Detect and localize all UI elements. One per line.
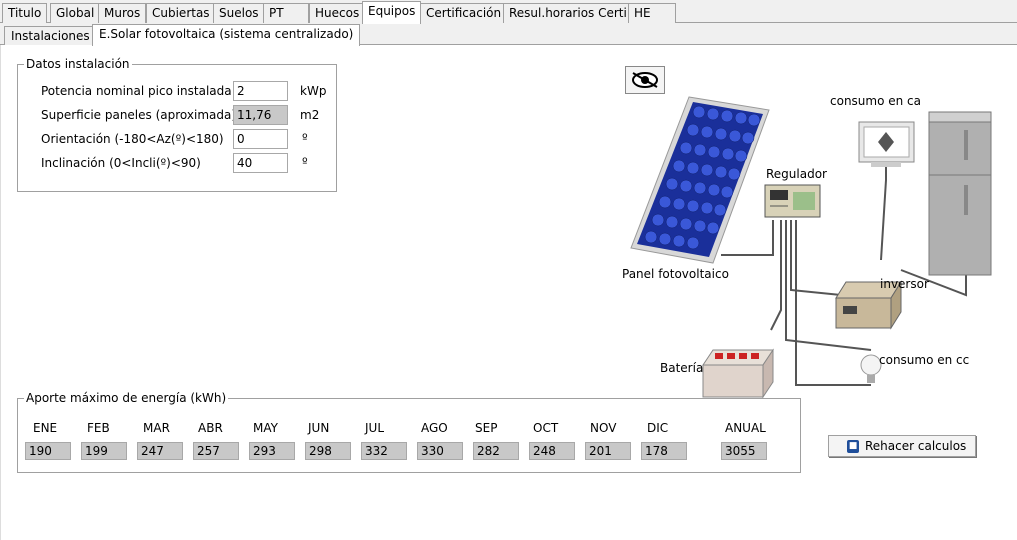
aporte-energia-legend: Aporte máximo de energía (kWh) <box>26 391 227 405</box>
orientacion-label: Orientación (-180<Az(º)<180) <box>41 132 224 146</box>
datos-instalacion-legend: Datos instalación <box>26 57 130 71</box>
potencia-input[interactable] <box>233 81 288 101</box>
pv-diagram-svg <box>630 96 992 399</box>
month-value-ago: 330 <box>417 442 463 460</box>
orientacion-unit: º <box>302 131 308 145</box>
month-value-may: 293 <box>249 442 295 460</box>
month-label-mar: MAR <box>143 421 170 435</box>
calculator-icon: ■ <box>847 439 859 453</box>
rehacer-calculos-button[interactable]: ■ Rehacer calculos <box>828 435 976 457</box>
month-label-nov: NOV <box>590 421 617 435</box>
pv-system-diagram <box>601 60 1011 400</box>
month-value-jul: 332 <box>361 442 407 460</box>
tab-certificacion[interactable]: Certificación <box>420 3 508 23</box>
month-value-nov: 201 <box>585 442 631 460</box>
tab-titulo[interactable]: Titulo <box>2 3 48 23</box>
datos-instalacion-group: Datos instalación <box>17 57 337 192</box>
tab-equipos[interactable]: Equipos <box>362 1 422 24</box>
superficie-unit: m2 <box>300 108 320 122</box>
orientacion-input[interactable] <box>233 129 288 149</box>
month-label-sep: SEP <box>475 421 498 435</box>
sub-tab-bar: Instalaciones E.Solar fotovoltaica (sist… <box>0 23 1017 46</box>
label-consumo-ca: consumo en ca <box>830 94 922 108</box>
aporte-energia-group: Aporte máximo de energía (kWh) <box>17 391 801 473</box>
month-value-feb: 199 <box>81 442 127 460</box>
inclinacion-label: Inclinación (0<Incli(º)<90) <box>41 156 201 170</box>
label-bateria: Batería <box>660 361 704 375</box>
rehacer-calculos-label: Rehacer calculos <box>865 439 967 453</box>
month-value-mar: 247 <box>137 442 183 460</box>
toggle-view-button[interactable] <box>625 66 665 94</box>
month-value-ene: 190 <box>25 442 71 460</box>
inclinacion-unit: º <box>302 155 308 169</box>
month-label-ene: ENE <box>33 421 58 435</box>
month-label-abr: ABR <box>198 421 223 435</box>
potencia-label: Potencia nominal pico instalada <box>41 84 232 98</box>
tab-content: Datos instalación Potencia nominal pico … <box>0 45 1017 540</box>
month-label-jun: JUN <box>308 421 330 435</box>
solar-panel-icon <box>630 96 770 264</box>
label-regulador: Regulador <box>766 167 827 181</box>
month-value-sep: 282 <box>473 442 519 460</box>
tab-resul-horarios[interactable]: Resul.horarios Certi <box>503 3 633 23</box>
tab-he[interactable]: HE <box>628 3 676 23</box>
tab-huecos[interactable]: Huecos <box>309 3 366 23</box>
main-tab-bar: Titulo Global Muros Cubiertas Suelos PT … <box>0 0 1017 24</box>
month-value-dic: 178 <box>641 442 687 460</box>
month-value-jun: 298 <box>305 442 351 460</box>
potencia-unit: kWp <box>300 84 327 98</box>
superficie-label: Superficie paneles (aproximada) <box>41 108 237 122</box>
superficie-field <box>233 105 288 125</box>
label-panel: Panel fotovoltaico <box>622 267 729 281</box>
month-label-ago: AGO <box>421 421 448 435</box>
tab-cubiertas[interactable]: Cubiertas <box>146 3 216 23</box>
tab-pt[interactable]: PT <box>263 3 309 23</box>
tab-global[interactable]: Global <box>50 3 101 23</box>
inclinacion-input[interactable] <box>233 153 288 173</box>
tab-muros[interactable]: Muros <box>98 3 147 23</box>
tv-icon <box>858 121 915 167</box>
light-bulb-icon <box>860 354 882 383</box>
month-label-dic: DIC <box>647 421 669 435</box>
month-label-may: MAY <box>253 421 278 435</box>
anual-value: 3055 <box>721 442 767 460</box>
battery-icon <box>702 348 774 399</box>
month-label-oct: OCT <box>533 421 559 435</box>
month-label-jul: JUL <box>365 421 385 435</box>
label-inversor: inversor <box>880 277 929 291</box>
label-consumo-cc: consumo en cc <box>879 353 970 367</box>
regulator-icon <box>764 184 821 218</box>
tab-suelos[interactable]: Suelos <box>213 3 265 23</box>
month-value-abr: 257 <box>193 442 239 460</box>
month-value-oct: 248 <box>529 442 575 460</box>
month-label-feb: FEB <box>87 421 110 435</box>
anual-label: ANUAL <box>725 421 766 435</box>
subtab-instalaciones[interactable]: Instalaciones <box>4 26 97 45</box>
fridge-icon <box>928 111 992 276</box>
subtab-solar-fotovoltaica[interactable]: E.Solar fotovoltaica (sistema centraliza… <box>92 24 361 46</box>
hidden-eye-icon <box>632 72 658 88</box>
